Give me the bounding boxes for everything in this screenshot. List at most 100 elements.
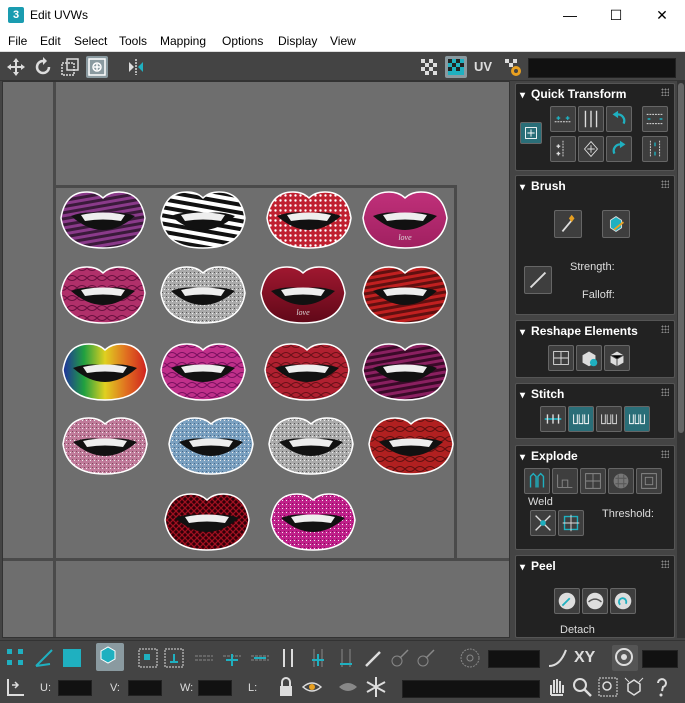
lip-decal-uv[interactable]	[165, 414, 257, 478]
align-vertical-icon[interactable]	[578, 106, 604, 132]
scale-icon[interactable]	[59, 56, 81, 78]
break-icon[interactable]	[524, 468, 550, 494]
lip-decal-uv[interactable]	[263, 188, 355, 252]
peel-title[interactable]: Peel	[520, 559, 556, 573]
stitch-title[interactable]: Stitch	[520, 387, 564, 401]
uv-label[interactable]: UV	[474, 59, 492, 74]
grip-icon[interactable]	[661, 450, 669, 458]
close-button[interactable]: ✕	[639, 0, 685, 30]
weld-target-icon[interactable]	[558, 510, 584, 536]
lip-decal-uv[interactable]	[57, 263, 149, 327]
menu-display[interactable]: Display	[278, 34, 317, 48]
pixel-snap-icon[interactable]	[612, 645, 638, 671]
space-horizontal-icon[interactable]	[642, 106, 668, 132]
explode-title[interactable]: Explode	[520, 449, 578, 463]
lip-decal-uv[interactable]	[57, 188, 149, 252]
v-field[interactable]	[128, 680, 162, 696]
pan-icon[interactable]	[544, 675, 568, 699]
brush-curve-icon[interactable]	[524, 266, 552, 294]
quick-peel-icon[interactable]	[554, 588, 580, 614]
soft-select-icon[interactable]	[458, 646, 482, 670]
menu-view[interactable]: View	[330, 34, 356, 48]
rotate-icon[interactable]	[32, 56, 54, 78]
lip-decal-uv[interactable]	[59, 340, 151, 404]
relax-icon[interactable]	[576, 345, 602, 371]
ring-select-icon[interactable]	[220, 646, 244, 670]
grow-select-icon[interactable]	[248, 646, 272, 670]
stitch-target-icon[interactable]	[624, 406, 650, 432]
align-horizontal-icon[interactable]	[550, 106, 576, 132]
grip-icon[interactable]	[661, 88, 669, 96]
element-select-icon[interactable]	[96, 643, 124, 671]
move-icon[interactable]	[5, 56, 27, 78]
lip-decal-uv[interactable]	[359, 263, 451, 327]
detach-edges-icon[interactable]	[552, 468, 578, 494]
diamond-icon[interactable]	[578, 136, 604, 162]
reset-peel-icon[interactable]	[610, 588, 636, 614]
lip-decal-uv[interactable]	[365, 414, 457, 478]
lip-decal-uv[interactable]	[157, 188, 249, 252]
menu-tools[interactable]: Tools	[119, 34, 147, 48]
minimize-button[interactable]: —	[547, 0, 593, 30]
brush-subtract-icon[interactable]	[414, 646, 438, 670]
hide-icon[interactable]	[300, 675, 324, 699]
lock-icon[interactable]	[274, 675, 298, 699]
lip-decal-uv[interactable]	[261, 340, 353, 404]
rotate-cw-icon[interactable]	[606, 136, 632, 162]
w-field[interactable]	[198, 680, 232, 696]
edge-select-icon[interactable]	[32, 646, 56, 670]
checker-icon[interactable]	[418, 56, 440, 78]
mirror-icon[interactable]	[125, 56, 147, 78]
select-paint-icon[interactable]	[162, 646, 186, 670]
xy-label[interactable]: XY	[574, 649, 595, 667]
help-icon[interactable]	[650, 675, 674, 699]
stitch-source-icon[interactable]	[568, 406, 594, 432]
uv-viewport[interactable]: love love	[2, 81, 510, 638]
grid-explode-icon[interactable]	[580, 468, 606, 494]
contract-select-icon[interactable]	[334, 646, 358, 670]
falloff-curve-icon[interactable]	[546, 646, 570, 670]
grip-icon[interactable]	[661, 325, 669, 333]
zoom-region-icon[interactable]	[596, 675, 620, 699]
lip-decal-uv[interactable]	[59, 414, 151, 478]
menu-edit[interactable]: Edit	[40, 34, 61, 48]
soft-select-value[interactable]	[488, 650, 540, 668]
paint-move-icon[interactable]	[554, 210, 582, 238]
relax-brush-icon[interactable]	[602, 210, 630, 238]
expand-select-icon[interactable]	[306, 646, 330, 670]
menu-file[interactable]: File	[8, 34, 27, 48]
straighten-icon[interactable]	[548, 345, 574, 371]
loop-select-icon[interactable]	[192, 646, 216, 670]
menu-options[interactable]: Options	[222, 34, 263, 48]
pivot-icon[interactable]	[520, 122, 542, 144]
weld-selected-icon[interactable]	[530, 510, 556, 536]
lip-decal-uv[interactable]	[157, 340, 249, 404]
lip-decal-uv[interactable]	[265, 414, 357, 478]
zoom-extents-icon[interactable]	[622, 675, 646, 699]
settings-icon[interactable]	[502, 56, 524, 78]
lip-decal-uv[interactable]: love	[359, 188, 451, 252]
flatten-icon[interactable]	[636, 468, 662, 494]
maximize-button[interactable]: ☐	[593, 0, 639, 30]
lip-decal-uv[interactable]: love	[257, 263, 349, 327]
face-select-icon[interactable]	[60, 646, 84, 670]
snap-value[interactable]	[642, 650, 678, 668]
menu-select[interactable]: Select	[74, 34, 107, 48]
lip-decal-uv[interactable]	[157, 263, 249, 327]
quick-transform-title[interactable]: Quick Transform	[520, 87, 626, 101]
brush-title[interactable]: Brush	[520, 179, 566, 193]
absolute-mode-icon[interactable]	[4, 675, 28, 699]
menu-mapping[interactable]: Mapping	[160, 34, 206, 48]
lip-decal-uv[interactable]	[267, 490, 359, 554]
grip-icon[interactable]	[661, 180, 669, 188]
lip-decal-uv[interactable]	[359, 340, 451, 404]
freeze-icon[interactable]	[364, 675, 388, 699]
texture-checker-icon[interactable]	[445, 56, 467, 78]
stitch-custom-icon[interactable]	[540, 406, 566, 432]
checker-sphere-icon[interactable]	[608, 468, 634, 494]
space-vertical-icon[interactable]	[642, 136, 668, 162]
selection-set-field[interactable]	[402, 680, 540, 698]
scrollbar-thumb[interactable]	[678, 83, 684, 433]
reshape-title[interactable]: Reshape Elements	[520, 324, 638, 338]
stitch-average-icon[interactable]	[596, 406, 622, 432]
